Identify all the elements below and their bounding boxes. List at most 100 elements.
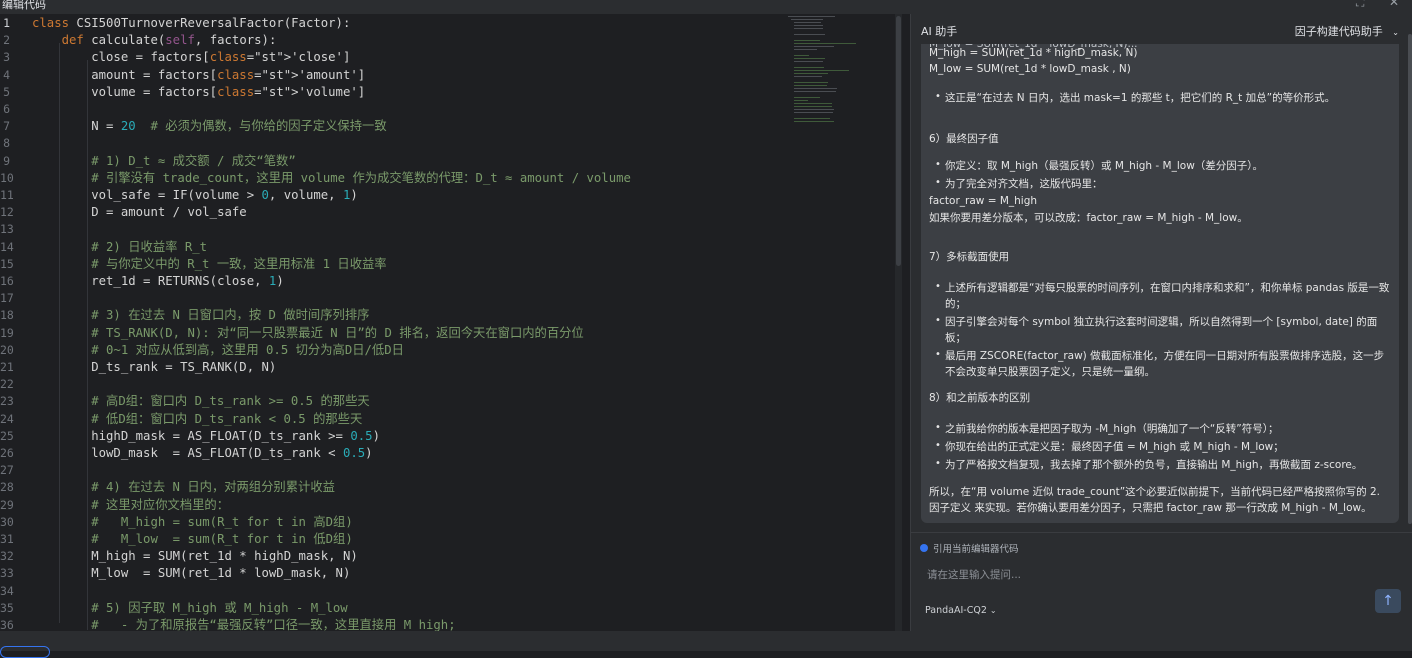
code-line[interactable]: # 低D组：窗口内 D_ts_rank < 0.5 的那些天 [32,411,362,428]
line-number: 20 [0,342,14,357]
minimap-line [794,58,826,59]
send-button[interactable]: ↑ [1375,589,1401,613]
title-bar: 编辑代码 ⛶ ✕ [0,0,1412,14]
code-line[interactable]: M_high = SUM(ret_1d * highD_mask, N) [32,548,358,565]
response-line: 因子引擎会对每个 symbol 独立执行这套时间逻辑，所以自然得到一个 [sym… [945,316,1378,344]
ai-panel-header: AI 助手 因子构建代码助手 ⌄ [911,14,1412,44]
response-line: M_low = SUM(ret_1d * lowD_mask , N) [929,63,1131,75]
line-number: 28 [0,480,14,495]
response-line: 最后用 ZSCORE(factor_raw) 做截面标准化，方便在同一日期对所有… [945,350,1385,378]
code-editor[interactable]: 1 2 3 4 5 6 7 8 9 10 11 12 13 14 15 16 17 18 19 20 21 22 23 24 2… [0,14,910,631]
code-line[interactable]: N = 20 # 必须为偶数，与你给的因子定义保持一致 [32,118,386,135]
minimap-line [794,73,829,74]
minimap-line [794,22,821,23]
minimap-line [794,97,820,98]
line-number: 10 [0,170,14,185]
chevron-down-icon: ⌄ [1392,28,1399,37]
section-heading: 8）和之前版本的区别 [929,392,1031,404]
code-line[interactable]: M_low = SUM(ret_1d * lowD_mask, N) [32,565,350,582]
code-line[interactable]: # M_high = sum(R_t for t in 高D组) [32,514,353,531]
minimap[interactable] [788,14,858,124]
response-line: 为了完全对齐文档，这版代码里： [945,178,1103,190]
bullet-icon: • [935,315,941,326]
ai-panel-title: AI 助手 [921,25,958,38]
code-line[interactable]: D = amount / vol_safe [32,204,246,221]
minimap-line [794,49,818,50]
line-number: 25 [0,428,14,443]
line-number: 27 [0,463,14,478]
code-line[interactable]: # 2) 日收益率 R_t [32,239,207,256]
code-line[interactable]: # 0~1 对应从低到高，这里用 0.5 切分为高D日/低D日 [32,342,404,359]
chevron-down-icon: ⌄ [989,606,997,615]
line-number: 16 [0,274,14,288]
code-line[interactable]: # 与你定义中的 R_t 一致，这里用标准 1 日收益率 [32,256,386,273]
arrow-up-icon: ↑ [1382,593,1394,609]
code-line[interactable]: # 高D组：窗口内 D_ts_rank >= 0.5 的那些天 [32,393,369,410]
response-line: M_high = SUM(ret_1d * highD_mask, N) [929,47,1138,59]
code-line[interactable]: D_ts_rank = TS_RANK(D, N) [32,359,276,376]
line-number: 9 [3,153,10,168]
code-line[interactable]: # 引擎没有 trade_count，这里用 volume 作为成交笔数的代理：… [32,170,631,187]
ai-assistant-panel: AI 助手 因子构建代码助手 ⌄ M_low = SUM(ret_1d * lo… [910,14,1412,631]
minimap-line [794,112,833,113]
line-number: 13 [0,222,14,237]
code-line[interactable]: # TS_RANK(D, N): 对“同一只股票最近 N 日”的 D 排名，返回… [32,325,584,342]
ai-input-area: 引用当前编辑器代码 请在这里输入提问... PandaAI-CQ2 ⌄ ↑ [911,532,1412,632]
code-line[interactable]: vol_safe = IF(volume > 0, volume, 1) [32,187,358,204]
code-line[interactable]: # 1) D_t ≈ 成交额 / 成交“笔数” [32,153,296,170]
minimap-line [794,25,823,26]
line-number: 36 [0,618,14,631]
question-input[interactable]: 请在这里输入提问... [927,567,1021,582]
close-icon[interactable]: ✕ [1389,0,1399,9]
code-line[interactable]: highD_mask = AS_FLOAT(D_ts_rank >= 0.5) [32,428,380,445]
minimap-line [794,76,822,77]
bullet-icon: • [935,177,941,188]
line-number: 12 [0,205,14,220]
model-selector[interactable]: PandaAI-CQ2 ⌄ [925,605,997,616]
line-number: 31 [0,532,14,546]
response-line: 为了严格按文档复现，我去掉了那个额外的负号，直接输出 M_high，再做截面 z… [945,459,1363,471]
line-number: 4 [3,67,10,82]
line-number: 29 [0,497,14,512]
line-number: 8 [3,136,10,151]
response-line: 你定义：取 M_high（最强反转）或 M_high - M_low（差分因子）… [945,160,1264,172]
line-number: 19 [0,325,14,340]
code-line[interactable]: volume = factors[class="st">'volume'] [32,84,365,101]
code-text-area[interactable]: class CSI500TurnoverReversalFactor(Facto… [32,14,782,631]
code-line[interactable]: # 5) 因子取 M_high 或 M_high - M_low [32,600,348,617]
response-line: 如果你要用差分版本，可以改成：factor_raw = M_high - M_l… [929,212,1248,224]
code-line[interactable]: amount = factors[class="st">'amount'] [32,67,365,84]
reference-editor-code-label[interactable]: 引用当前编辑器代码 [933,541,1019,555]
reference-toggle-icon[interactable] [920,544,928,552]
line-number: 33 [0,566,14,581]
assistant-mode-dropdown[interactable]: 因子构建代码助手 ⌄ [1295,23,1399,39]
code-line[interactable]: # - 为了和原报告“最强反转”口径一致，这里直接用 M_high; [32,617,455,631]
minimap-line [794,55,809,56]
code-line[interactable]: class CSI500TurnoverReversalFactor(Facto… [32,15,350,32]
response-line: 你现在给出的正式定义是：最终因子值 = M_high 或 M_high - M_… [945,441,1284,453]
code-line[interactable]: # M_low = sum(R_t for t in 低D组) [32,531,353,548]
code-line[interactable]: # 3) 在过去 N 日窗口内，按 D 做时间序列排序 [32,307,369,324]
section-heading: 6）最终因子值 [929,133,999,145]
line-number: 30 [0,514,14,529]
minimap-line [794,28,823,29]
editor-scrollbar-thumb[interactable] [896,16,901,266]
code-line[interactable]: ret_1d = RETURNS(close, 1) [32,273,284,290]
minimap-line [788,16,836,17]
line-number: 14 [0,239,14,254]
line-number: 22 [0,377,14,392]
code-line[interactable]: lowD_mask = AS_FLOAT(D_ts_rank < 0.5) [32,445,372,462]
maximize-icon[interactable]: ⛶ [1356,0,1364,10]
model-label: PandaAI-CQ2 [925,605,987,616]
code-line[interactable]: # 这里对应你文档里的： [32,497,229,514]
code-line[interactable]: def calculate(self, factors): [32,32,277,49]
minimap-line [794,40,820,41]
line-number: 23 [0,394,14,409]
bottom-action-button[interactable] [0,646,50,658]
minimap-line [794,91,837,92]
line-number-gutter: 1 2 3 4 5 6 7 8 9 10 11 12 13 14 15 16 17 18 19 20 21 22 23 24 2… [0,14,22,631]
ai-panel-scrollbar[interactable] [1408,34,1412,524]
code-line[interactable]: # 4) 在过去 N 日内，对两组分别累计收益 [32,479,335,496]
code-line[interactable]: close = factors[class="st">'close'] [32,49,350,66]
line-number: 34 [0,583,14,598]
